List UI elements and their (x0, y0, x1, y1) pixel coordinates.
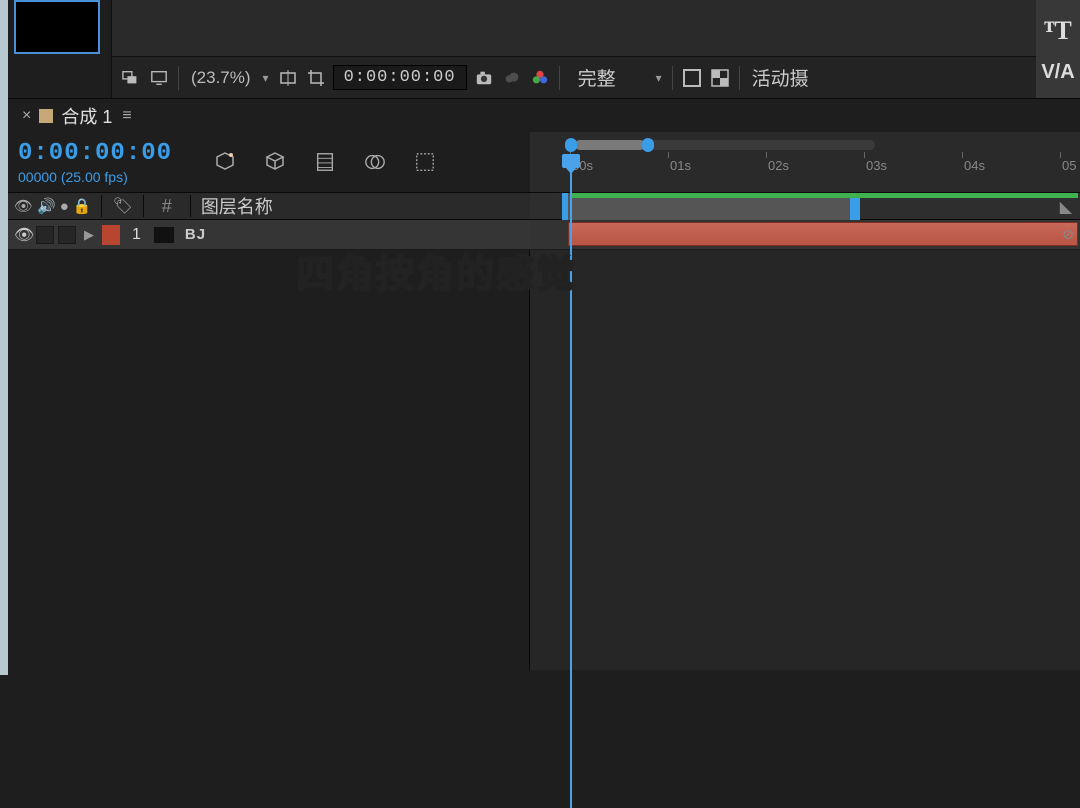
comp-tab-label[interactable]: 合成 1 (61, 103, 112, 129)
chevron-down-icon[interactable]: ▾ (654, 71, 664, 85)
resolution-icon[interactable] (277, 67, 299, 89)
layer-column-headers: 👁 🔊 ● 🔒 🏷 # 图层名称 ◣ (8, 192, 1080, 220)
quality-dropdown[interactable]: 完整 (568, 64, 648, 91)
audio-column-icon[interactable]: 🔊 (37, 197, 56, 215)
layer-color-swatch[interactable] (102, 225, 120, 245)
crop-icon[interactable] (305, 67, 327, 89)
current-time[interactable]: 0:00:00:00 00000 (25.00 fps) (18, 140, 172, 185)
layer-timeline-track[interactable]: ⊘ (530, 220, 1080, 249)
film-icon[interactable] (312, 149, 338, 175)
layer-index: 1 (124, 226, 149, 244)
cloud-icon[interactable] (501, 67, 523, 89)
camera-view-label[interactable]: 活动摄 (748, 64, 809, 91)
ruler-tick: 04s (964, 158, 985, 173)
graph-editor-icon[interactable] (412, 149, 438, 175)
work-area-start-handle[interactable] (565, 138, 577, 152)
timeline-tracks-empty[interactable] (530, 250, 1080, 670)
layer-panel-empty[interactable] (8, 250, 530, 670)
layer-solo-box[interactable] (36, 226, 54, 244)
layer-lock-box[interactable] (58, 226, 76, 244)
preview-panel (0, 0, 112, 98)
comp-color-swatch (39, 109, 53, 123)
frame-info: 00000 (25.00 fps) (18, 169, 172, 185)
viewer-toolbar: (23.7%) ▾ 0:00:00:00 完整 ▾ 活动摄 (112, 0, 1080, 98)
label-column-icon[interactable]: 🏷 (112, 196, 132, 216)
3d-icon[interactable] (262, 149, 288, 175)
work-area-bar[interactable] (550, 138, 1080, 152)
subtitle-overlay: 四角按角的感觉 (296, 243, 576, 298)
timecode-display[interactable]: 0:00:00:00 (18, 140, 172, 167)
timeline-body (8, 250, 1080, 670)
ruler-tick: 05 (1062, 158, 1076, 173)
tab-close-icon[interactable]: × (22, 107, 31, 125)
ruler-tick: 03s (866, 158, 887, 173)
time-ruler-area[interactable]: 00s 01s 02s 03s 04s 05 (530, 132, 1080, 192)
solo-column-icon[interactable]: ● (60, 198, 69, 215)
marker-icon[interactable]: ◣ (1060, 197, 1072, 217)
number-column-header: # (154, 196, 180, 217)
lock-column-icon[interactable]: 🔒 (73, 197, 92, 215)
blend-icon[interactable] (362, 149, 388, 175)
right-tools-panel: ᵀT V/A (1036, 0, 1080, 98)
layer-visibility-toggle[interactable]: 👁 (14, 225, 32, 245)
text-tool-icon[interactable]: ᵀT (1044, 18, 1071, 44)
layer-name-column-header: 图层名称 (201, 193, 273, 219)
layer-name-label[interactable]: BJ (185, 226, 206, 243)
grid-icon[interactable] (120, 67, 142, 89)
channels-icon[interactable] (529, 67, 551, 89)
camera-icon[interactable] (473, 67, 495, 89)
monitor-icon[interactable] (148, 67, 170, 89)
layer-expand-arrow[interactable]: ▶ (80, 227, 98, 243)
kerning-icon[interactable]: V/A (1041, 62, 1074, 82)
work-area-end-handle[interactable] (642, 138, 654, 152)
tab-menu-icon[interactable]: ≡ (122, 107, 131, 125)
layer-thumbnail (153, 226, 175, 244)
chevron-down-icon[interactable]: ▾ (261, 71, 271, 85)
transparency-grid-icon[interactable] (709, 67, 731, 89)
layer-duration-bar[interactable] (568, 222, 1078, 246)
cached-frames-bar (572, 193, 1078, 198)
composition-mini-icon[interactable] (212, 149, 238, 175)
preview-timecode[interactable]: 0:00:00:00 (333, 65, 467, 90)
ruler-tick: 01s (670, 158, 691, 173)
work-area-track[interactable]: ◣ (530, 193, 1080, 219)
eye-column-icon[interactable]: 👁 (14, 197, 33, 215)
ruler-tick: 02s (768, 158, 789, 173)
time-ruler[interactable]: 00s 01s 02s 03s 04s 05 (550, 158, 1080, 186)
composition-tabs: × 合成 1 ≡ (8, 98, 1080, 132)
view-mode-icon[interactable] (681, 67, 703, 89)
timeline-header: 0:00:00:00 00000 (25.00 fps) 00s 01s 02s… (8, 132, 1080, 192)
playhead[interactable] (562, 154, 580, 168)
preview-thumbnail[interactable] (14, 0, 100, 54)
zoom-level[interactable]: (23.7%) (187, 68, 255, 88)
preview-area: (23.7%) ▾ 0:00:00:00 完整 ▾ 活动摄 (0, 0, 1080, 98)
motion-blur-icon[interactable]: ⊘ (1062, 226, 1074, 243)
left-stripe (0, 0, 8, 675)
